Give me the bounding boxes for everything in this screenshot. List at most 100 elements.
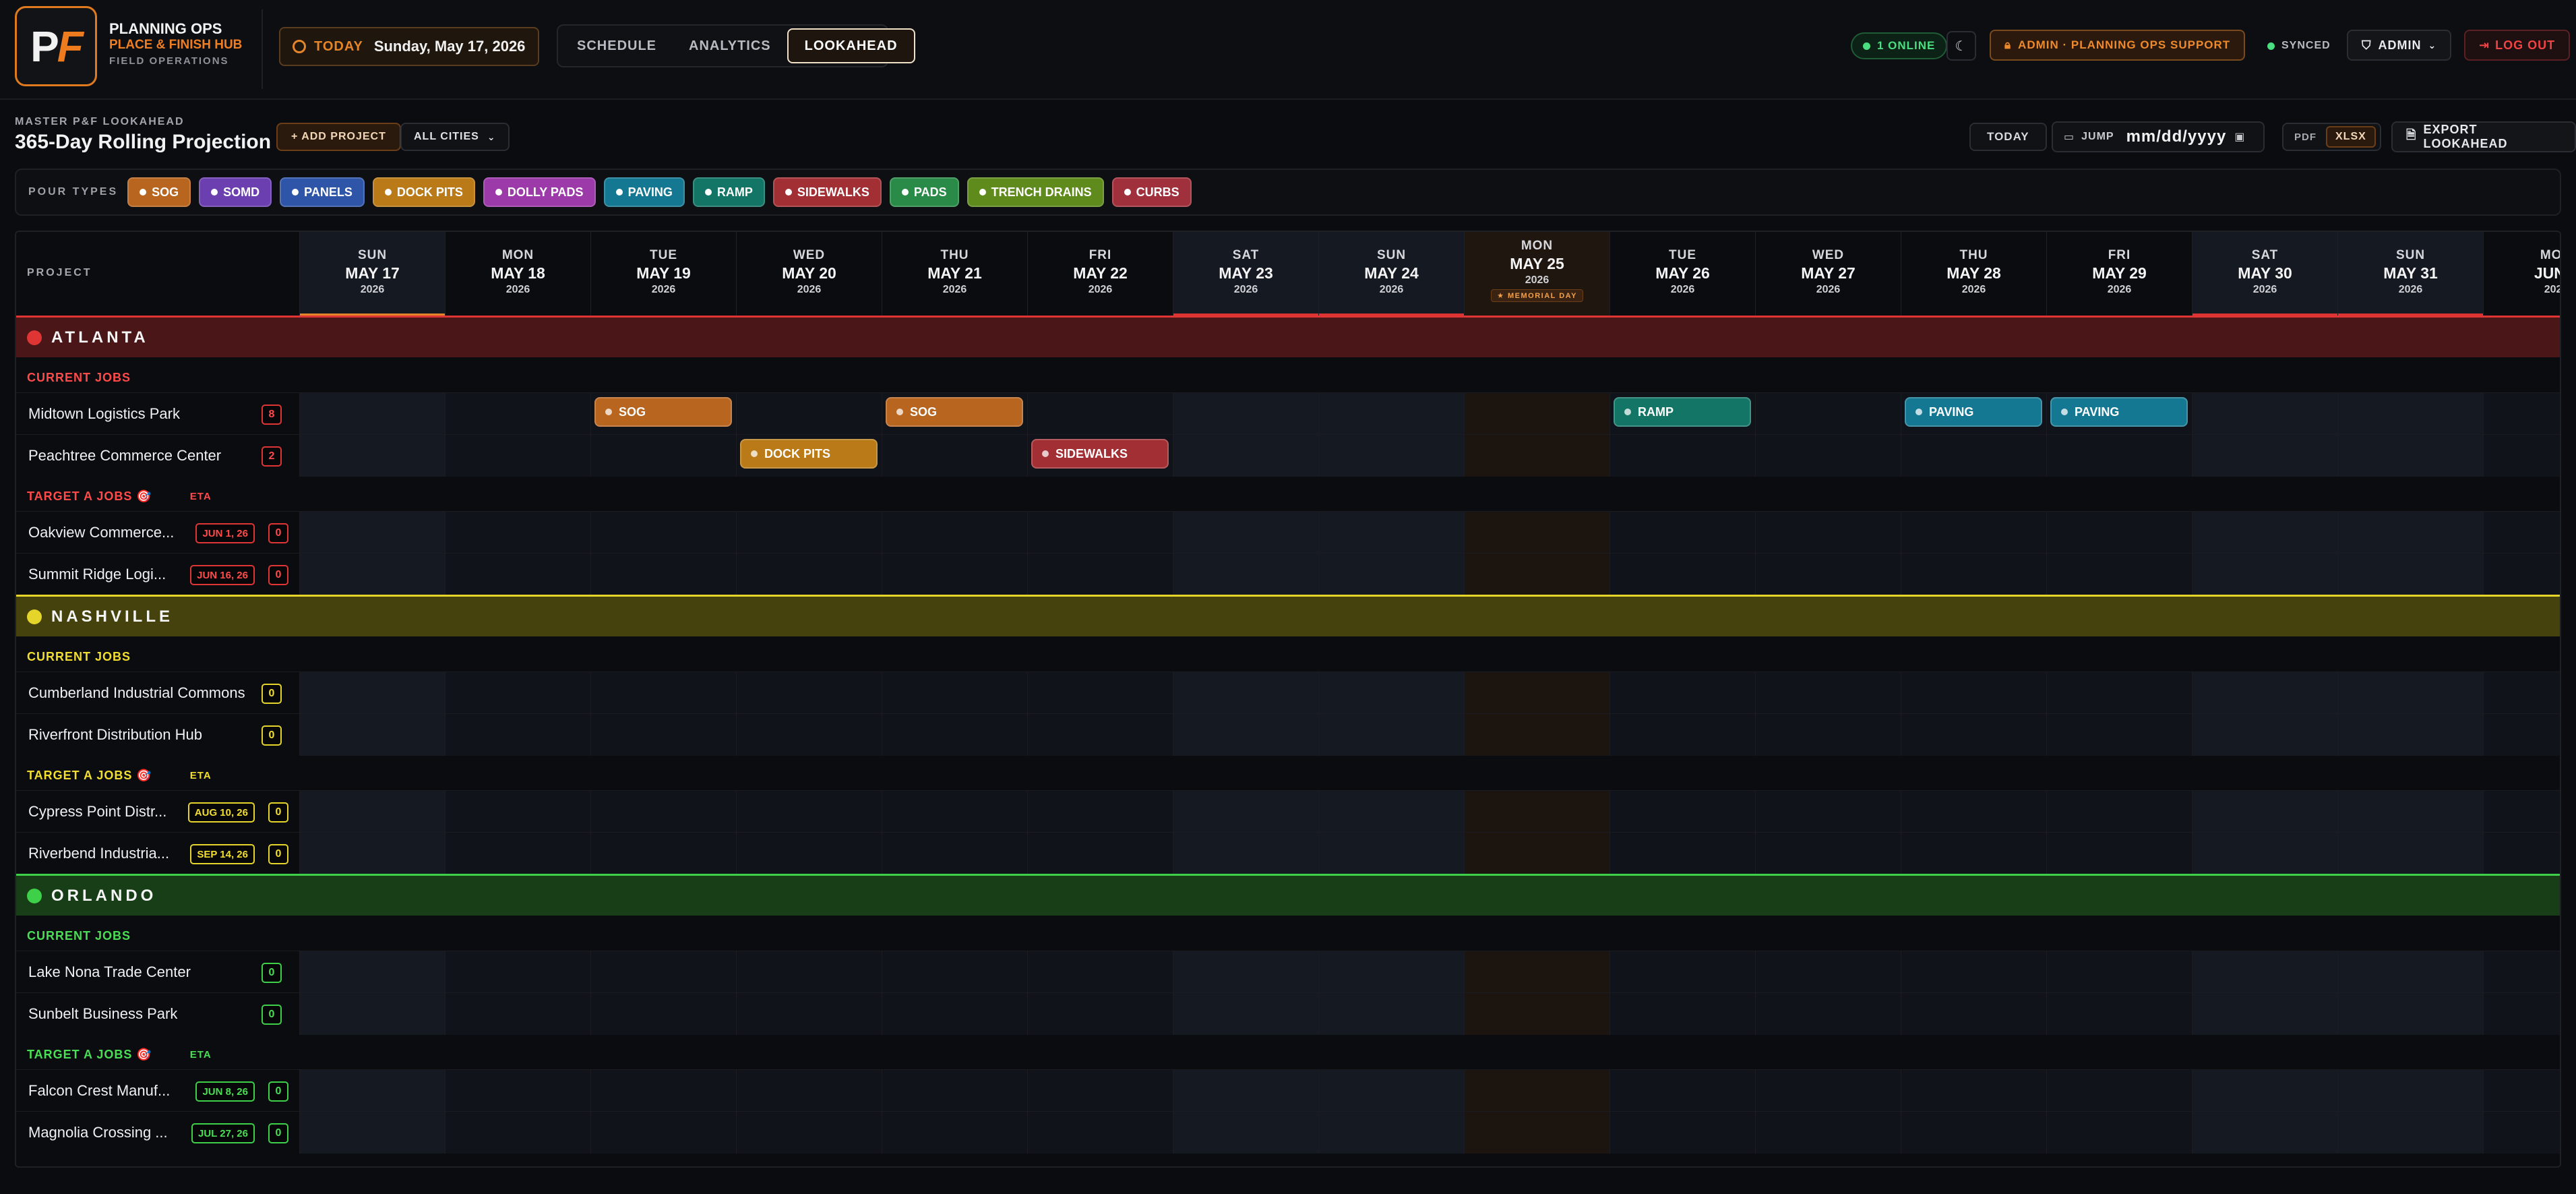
day-column-header[interactable]: TUE MAY 26 2026 (1609, 232, 1755, 316)
schedule-cell[interactable] (1609, 435, 1755, 477)
schedule-cell[interactable] (445, 554, 590, 595)
schedule-cell[interactable] (1901, 791, 2046, 833)
schedule-cell[interactable] (1755, 1070, 1901, 1112)
schedule-cell[interactable] (2046, 1070, 2192, 1112)
schedule-cell[interactable] (1318, 393, 1464, 435)
project-name[interactable]: Sunbelt Business Park (28, 993, 177, 1035)
schedule-cell[interactable] (590, 1070, 736, 1112)
schedule-cell[interactable] (1173, 672, 1318, 714)
schedule-cell[interactable] (445, 1070, 590, 1112)
pour-task-block[interactable]: PAVING (1905, 397, 2042, 427)
pour-type-chip[interactable]: DOLLY PADS (483, 177, 596, 207)
schedule-cell[interactable] (1027, 672, 1173, 714)
schedule-cell[interactable] (2483, 993, 2560, 1035)
schedule-cell[interactable] (590, 1112, 736, 1154)
schedule-cell[interactable] (1901, 435, 2046, 477)
admin-support-badge[interactable]: 🔒︎ ADMIN · PLANNING OPS SUPPORT (1990, 30, 2246, 61)
city-band[interactable]: ORLANDO (16, 874, 2560, 916)
schedule-cell[interactable] (590, 993, 736, 1035)
schedule-cell[interactable] (1609, 1070, 1755, 1112)
schedule-cell[interactable] (736, 1112, 882, 1154)
schedule-cell[interactable] (1464, 393, 1609, 435)
schedule-cell[interactable] (1755, 672, 1901, 714)
schedule-cell[interactable] (1173, 512, 1318, 554)
schedule-cell[interactable] (299, 1070, 445, 1112)
schedule-cell[interactable] (299, 791, 445, 833)
schedule-cell[interactable] (2192, 393, 2337, 435)
schedule-cell[interactable] (736, 993, 882, 1035)
schedule-cell[interactable] (1609, 672, 1755, 714)
schedule-cell[interactable] (1464, 1112, 1609, 1154)
schedule-cell[interactable] (299, 714, 445, 756)
schedule-cell[interactable] (1901, 672, 2046, 714)
pour-type-chip[interactable]: TRENCH DRAINS (967, 177, 1104, 207)
schedule-cell[interactable] (2192, 951, 2337, 993)
pour-task-block[interactable]: RAMP (1614, 397, 1751, 427)
schedule-cell[interactable] (1755, 714, 1901, 756)
schedule-cell[interactable] (1755, 791, 1901, 833)
schedule-cell[interactable] (590, 672, 736, 714)
schedule-cell[interactable] (590, 554, 736, 595)
schedule-cell[interactable] (2483, 951, 2560, 993)
schedule-cell[interactable] (2192, 435, 2337, 477)
schedule-cell[interactable] (1173, 1070, 1318, 1112)
schedule-cell[interactable] (736, 833, 882, 874)
schedule-cell[interactable] (882, 833, 1027, 874)
schedule-cell[interactable] (1464, 435, 1609, 477)
schedule-cell[interactable] (1173, 554, 1318, 595)
schedule-cell[interactable] (1027, 393, 1173, 435)
schedule-cell[interactable] (2046, 435, 2192, 477)
schedule-cell[interactable] (1318, 512, 1464, 554)
schedule-cell[interactable] (2483, 435, 2560, 477)
day-column-header[interactable]: WED MAY 27 2026 (1755, 232, 1901, 316)
tab-schedule[interactable]: SCHEDULE (561, 28, 673, 63)
schedule-cell[interactable] (445, 791, 590, 833)
schedule-cell[interactable] (1318, 1112, 1464, 1154)
pour-task-block[interactable]: SIDEWALKS (1031, 439, 1169, 469)
schedule-cell[interactable] (2483, 1112, 2560, 1154)
project-name[interactable]: Lake Nona Trade Center (28, 951, 191, 993)
schedule-cell[interactable] (590, 714, 736, 756)
schedule-cell[interactable] (2337, 1112, 2483, 1154)
project-name[interactable]: Midtown Logistics Park (28, 393, 180, 435)
day-column-header[interactable]: THU MAY 28 2026 (1901, 232, 2046, 316)
schedule-cell[interactable] (736, 554, 882, 595)
jump-date-input[interactable]: ▭ JUMP mm/dd/yyyy ▣ (2052, 121, 2265, 152)
schedule-cell[interactable] (590, 435, 736, 477)
schedule-cell[interactable] (2192, 1112, 2337, 1154)
schedule-cell[interactable] (882, 791, 1027, 833)
schedule-cell[interactable] (2046, 554, 2192, 595)
schedule-cell[interactable] (299, 554, 445, 595)
schedule-cell[interactable] (1755, 1112, 1901, 1154)
pour-type-chip[interactable]: PANELS (280, 177, 365, 207)
schedule-cell[interactable] (1755, 554, 1901, 595)
schedule-cell[interactable] (736, 672, 882, 714)
schedule-cell[interactable] (882, 554, 1027, 595)
app-logo[interactable]: PF (15, 6, 97, 86)
schedule-cell[interactable] (2192, 1070, 2337, 1112)
schedule-cell[interactable] (1318, 951, 1464, 993)
schedule-cell[interactable] (590, 833, 736, 874)
logout-button[interactable]: ⇥ LOG OUT (2464, 30, 2571, 61)
schedule-cell[interactable] (1318, 672, 1464, 714)
schedule-cell[interactable] (299, 512, 445, 554)
schedule-cell[interactable] (1318, 791, 1464, 833)
schedule-cell[interactable] (736, 393, 882, 435)
schedule-cell[interactable] (882, 1070, 1027, 1112)
schedule-cell[interactable] (445, 672, 590, 714)
schedule-cell[interactable] (2337, 435, 2483, 477)
day-column-header[interactable]: FRI MAY 22 2026 (1027, 232, 1173, 316)
schedule-cell[interactable] (736, 512, 882, 554)
schedule-cell[interactable] (736, 791, 882, 833)
project-name[interactable]: Peachtree Commerce Center (28, 435, 221, 477)
day-column-header[interactable]: SAT MAY 23 2026 (1173, 232, 1318, 316)
schedule-cell[interactable] (1609, 554, 1755, 595)
schedule-cell[interactable] (2483, 393, 2560, 435)
schedule-cell[interactable] (1318, 833, 1464, 874)
schedule-cell[interactable] (1609, 1112, 1755, 1154)
schedule-cell[interactable] (1609, 951, 1755, 993)
schedule-cell[interactable] (2192, 833, 2337, 874)
schedule-cell[interactable] (1901, 714, 2046, 756)
schedule-cell[interactable] (1609, 714, 1755, 756)
schedule-cell[interactable] (2337, 791, 2483, 833)
